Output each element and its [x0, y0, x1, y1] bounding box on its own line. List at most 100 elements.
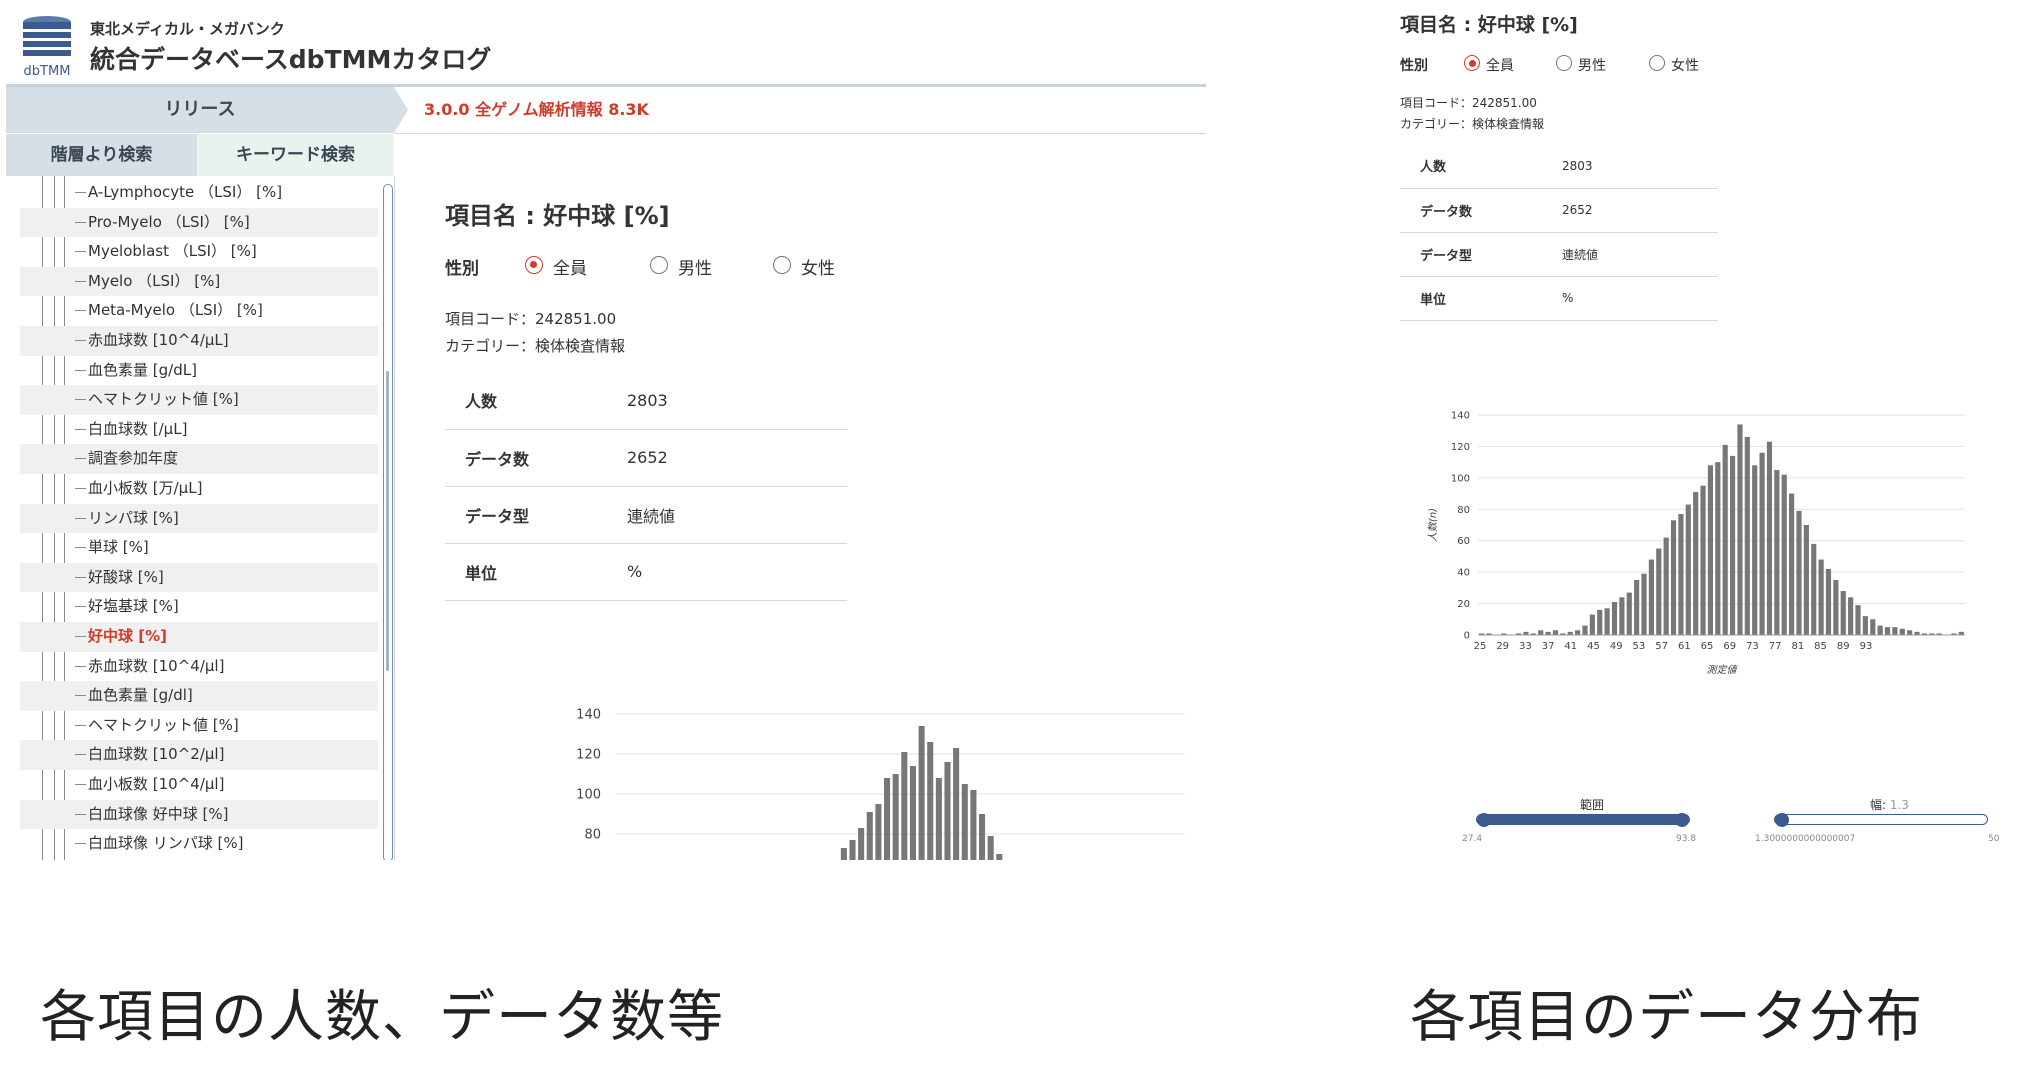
tree-item-label: 調査参加年度 [88, 449, 179, 468]
tree-item[interactable]: 血小板数 [10^4/μl] [20, 770, 378, 800]
width-slider-track[interactable] [1774, 814, 1988, 825]
sex-radio-male-right[interactable] [1556, 55, 1572, 71]
histogram-bar [866, 812, 873, 860]
tree-item[interactable]: 血小板数 [万/μL] [20, 474, 378, 504]
tree-item[interactable]: 好酸球 [%] [20, 562, 378, 593]
item-code-right: 項目コード：242851.00 [1400, 96, 1537, 110]
tree-item[interactable]: 血色素量 [g/dl] [20, 681, 378, 711]
item-detail-panel: 項目名 : 好中球 [%] 性別 全員 男性 女性 項目コード：242851.0… [395, 134, 1205, 860]
tree-connector [75, 636, 86, 637]
x-tick-label: 57 [1655, 641, 1668, 652]
sex-radio-female-right[interactable] [1649, 55, 1665, 71]
sex-option-female[interactable]: 女性 [801, 254, 835, 279]
tree-item[interactable]: ヘマトクリット値 [%] [20, 385, 378, 415]
stats-key: データ数 [445, 429, 626, 487]
stats-row: データ数 2652 [1400, 188, 1718, 233]
width-slider-label-text: 幅: [1870, 798, 1890, 812]
tree-scrollbar-thumb[interactable] [386, 371, 389, 671]
width-slider-label: 幅: 1.3 [1870, 796, 1909, 813]
sex-radio-all[interactable] [525, 256, 543, 274]
histogram-bar [858, 828, 865, 860]
histogram-bar [1781, 474, 1787, 635]
sex-radio-male[interactable] [650, 256, 668, 274]
histogram-bar [875, 804, 882, 860]
sex-radio-all-right[interactable] [1464, 55, 1480, 71]
sex-option-female-right[interactable]: 女性 [1671, 55, 1699, 75]
tree-item[interactable]: A-Lymphocyte （LSI） [%] [20, 178, 378, 208]
tab-hierarchy-search[interactable]: 階層より検索 [6, 134, 197, 176]
histogram-bar [1811, 543, 1817, 635]
tab-keyword-search[interactable]: キーワード検索 [197, 134, 394, 176]
tree-item[interactable]: Myelo （LSI） [%] [20, 266, 378, 297]
histogram-bar [1707, 465, 1714, 635]
x-tick-label: 41 [1564, 641, 1577, 652]
histogram-bar [1789, 493, 1795, 635]
tree-item[interactable]: 赤血球数 [10^4/μL] [20, 326, 378, 356]
range-slider-handle-min[interactable] [1477, 813, 1491, 827]
tree-item[interactable]: 血色素量 [g/dL] [20, 356, 378, 386]
tree-item[interactable]: 調査参加年度 [20, 444, 378, 474]
stats-row: 単位 % [1400, 276, 1718, 321]
tree-item-label: 単球 [%] [88, 538, 149, 557]
caption-right: 各項目のデータ分布 [1410, 985, 1923, 1050]
histogram-bar [961, 784, 968, 860]
tree-item[interactable]: Pro-Myelo （LSI） [%] [20, 207, 378, 238]
tree-item[interactable]: 赤血球数 [10^4/μl] [20, 652, 378, 682]
range-slider-handle-max[interactable] [1675, 813, 1689, 827]
item-title: 項目名 : 好中球 [%] [445, 202, 670, 230]
tree-item[interactable]: リンパ球 [%] [20, 503, 378, 534]
histogram-bar [1700, 485, 1706, 635]
sex-option-all-right[interactable]: 全員 [1486, 55, 1514, 75]
tree-item-label: 血小板数 [10^4/μl] [88, 775, 225, 793]
tree-connector [75, 784, 86, 785]
tree-connector [75, 576, 86, 578]
histogram-chart: 0 20 40 60 80 100 120 140 25 29 33 37 41 45 49 53 57 61 65… [1427, 411, 1965, 676]
histogram-bar [1833, 580, 1839, 635]
tree-connector [75, 606, 86, 608]
histogram-bar [1840, 591, 1846, 635]
item-code: 項目コード：242851.00 [445, 310, 617, 328]
sex-radio-female[interactable] [773, 256, 791, 274]
tree-item-label: 血色素量 [g/dL] [88, 360, 197, 379]
tree-item-label: 赤血球数 [10^4/μL] [88, 331, 229, 349]
category-tree[interactable]: A-Lymphocyte （LSI） [%] Pro-Myelo （LSI） [%… [6, 176, 395, 860]
y-tick-label: 140 [576, 708, 601, 723]
histogram-bar [1648, 559, 1654, 635]
histogram-bar [1862, 616, 1868, 635]
y-tick-label: 140 [1451, 411, 1470, 422]
tree-item[interactable]: 好塩基球 [%] [20, 592, 378, 622]
width-slider-handle[interactable] [1775, 813, 1789, 827]
histogram-bar [1575, 630, 1581, 635]
tree-item-label: ヘマトクリット値 [%] [88, 390, 239, 409]
sex-option-male-right[interactable]: 男性 [1578, 55, 1606, 75]
histogram-bar [1729, 455, 1736, 635]
tree-item[interactable]: 白血球像 リンパ球 [%] [20, 829, 378, 859]
stats-key: 人数 [445, 372, 626, 430]
tree-item[interactable]: 単球 [%] [20, 533, 378, 563]
histogram-bar [884, 778, 891, 860]
histogram-bar [1796, 510, 1802, 635]
stats-value: 2652 [1561, 188, 1718, 233]
sex-option-all[interactable]: 全員 [553, 254, 587, 279]
range-slider-label: 範囲 [1580, 798, 1605, 812]
tree-item-label: Meta-Myelo （LSI） [%] [88, 301, 263, 320]
histogram-bar [953, 748, 960, 860]
sex-option-male[interactable]: 男性 [678, 254, 712, 279]
tree-item-label: 好中球 [%] [88, 627, 167, 645]
release-label[interactable]: リリース [6, 87, 394, 133]
tree-item[interactable]: 好中球 [%] [20, 622, 378, 652]
tree-connector [75, 458, 86, 460]
tree-item-label: Myelo （LSI） [%] [88, 271, 221, 290]
tree-connector [75, 813, 86, 815]
histogram-bar [1678, 514, 1684, 635]
x-tick-label: 53 [1633, 641, 1646, 652]
tree-item[interactable]: Myeloblast （LSI） [%] [20, 237, 378, 267]
tree-item[interactable]: ヘマトクリット値 [%] [20, 711, 378, 741]
y-tick-label: 80 [584, 828, 601, 843]
tree-item[interactable]: Meta-Myelo （LSI） [%] [20, 296, 378, 326]
tree-item[interactable]: 白血球数 [10^2/μl] [20, 740, 378, 770]
tree-item[interactable]: 白血球像 好中球 [%] [20, 799, 378, 830]
stats-row: データ型 連続値 [1400, 232, 1718, 277]
tree-item[interactable]: 白血球数 [/μL] [20, 415, 378, 445]
histogram-bar [1722, 444, 1728, 635]
